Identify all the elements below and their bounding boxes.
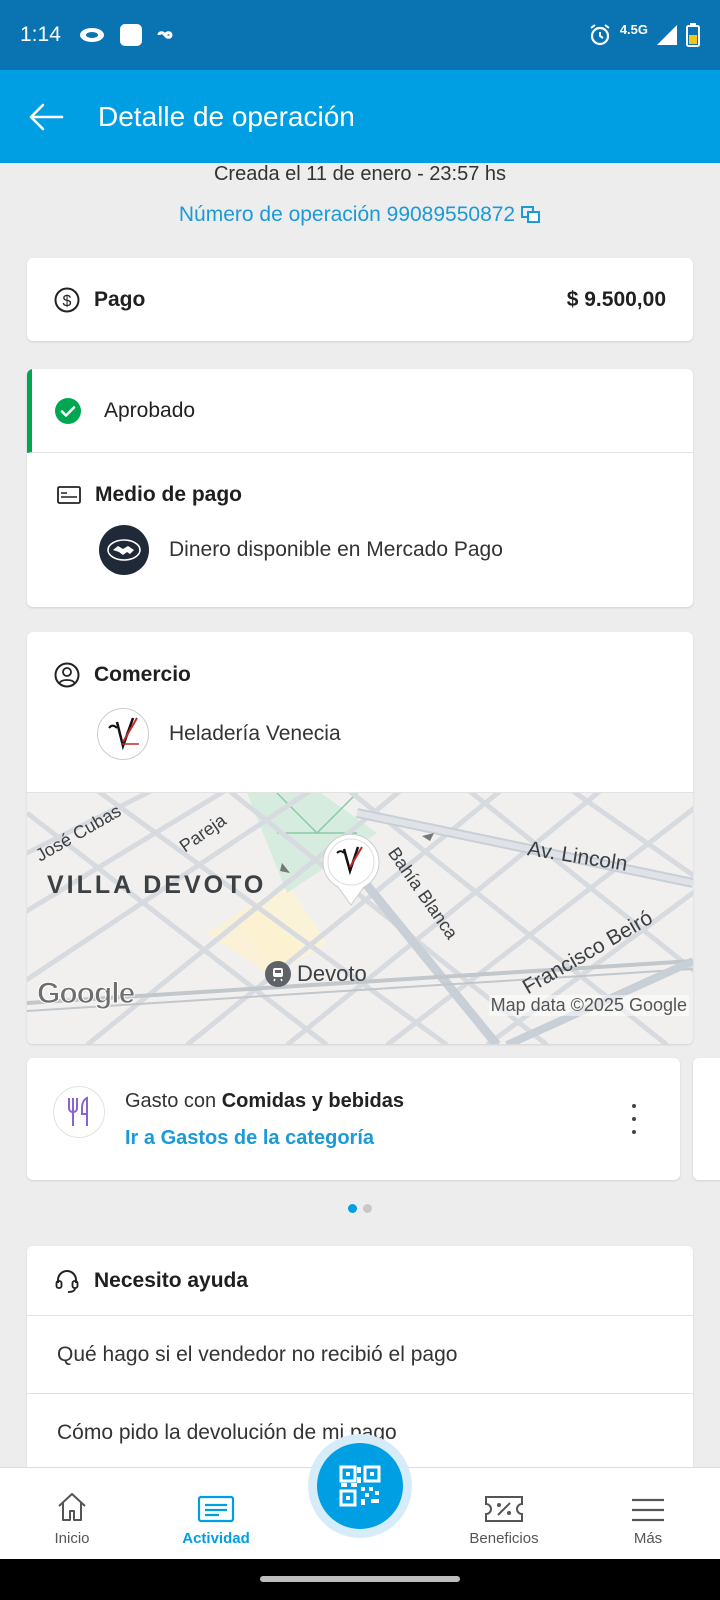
nav-label: Inicio: [54, 1530, 90, 1547]
bottom-navigation: Inicio Actividad Beneficios Más: [0, 1434, 720, 1559]
arrow-left-icon: [29, 103, 64, 130]
more-options-icon[interactable]: [624, 1104, 644, 1134]
status-right-icons: 4.5G: [588, 21, 700, 47]
map-copyright: Map data ©2025 Google: [488, 995, 689, 1016]
card-icon: [57, 486, 81, 504]
carousel-dot-active: [348, 1204, 357, 1213]
help-title: Necesito ayuda: [27, 1246, 693, 1316]
svg-text:$: $: [63, 293, 72, 310]
nav-center: [288, 1434, 432, 1559]
nav-item-actividad[interactable]: Actividad: [144, 1468, 288, 1559]
operation-number[interactable]: Número de operación 99089550872: [0, 203, 720, 227]
nav-label: Beneficios: [469, 1530, 539, 1547]
map-area-label: VILLA DEVOTO: [47, 871, 267, 899]
approved-row: Aprobado: [27, 369, 693, 453]
nav-label: Más: [633, 1530, 663, 1547]
headset-icon: [55, 1269, 79, 1293]
created-date: Creada el 11 de enero - 23:57 hs: [213, 163, 507, 185]
dollar-circle-icon: $: [54, 287, 80, 312]
payment-method-heading: Medio de pago: [95, 483, 242, 506]
status-card: Aprobado Medio de pago Dinero disponible…: [27, 369, 693, 607]
back-button[interactable]: [22, 93, 70, 141]
signal-icon: [657, 25, 677, 45]
nav-item-beneficios[interactable]: Beneficios: [432, 1468, 576, 1559]
help-heading: Necesito ayuda: [94, 1268, 249, 1292]
copy-icon[interactable]: [521, 206, 541, 224]
category-name: Comidas y bebidas: [221, 1090, 404, 1112]
notification-icons: [79, 23, 179, 47]
page-title: Detalle de operación: [98, 100, 355, 132]
merchant-map[interactable]: José Cubas Pareja Bahía Blanca Av. Linco…: [27, 792, 693, 1044]
merchant-row: Heladería Venecia: [27, 688, 693, 760]
map-pin-icon: [322, 833, 380, 906]
carousel-indicator: [0, 1204, 720, 1213]
merchant-heading: Comercio: [94, 663, 191, 686]
venecia-logo-icon: [108, 717, 139, 751]
gesture-handle[interactable]: [260, 1576, 460, 1582]
eye-icon: [79, 28, 104, 42]
category-texts: Gasto con Comidas y bebidas Ir a Gastos …: [125, 1086, 404, 1150]
nav-item-inicio[interactable]: Inicio: [0, 1468, 144, 1559]
merchant-title: Comercio: [27, 632, 693, 688]
category-icon-circle: [53, 1086, 105, 1138]
operation-number-text: Número de operación 99089550872: [178, 203, 516, 226]
category-link[interactable]: Ir a Gastos de la categoría: [125, 1127, 404, 1150]
payment-amount: $ 9.500,00: [566, 287, 666, 311]
category-card[interactable]: Gasto con Comidas y bebidas Ir a Gastos …: [27, 1058, 680, 1180]
app-square-icon: [119, 24, 142, 46]
category-line: Gasto con Comidas y bebidas: [125, 1090, 404, 1113]
handshake-icon: [107, 539, 141, 561]
payment-label: Pago: [94, 287, 146, 311]
payment-method-row: Dinero disponible en Mercado Pago: [27, 507, 693, 575]
battery-icon: [686, 23, 700, 47]
station-name: Devoto: [297, 961, 367, 986]
status-bar: 1:14 4.5G: [0, 0, 720, 70]
activity-receipt-icon: [197, 1495, 235, 1523]
google-logo: Google: [36, 977, 135, 1011]
qr-scan-button[interactable]: [308, 1434, 412, 1538]
mercado-pago-logo: [99, 525, 149, 575]
ticket-percent-icon: [485, 1496, 523, 1522]
fork-knife-icon: [68, 1096, 88, 1126]
user-circle-icon: [54, 662, 80, 688]
merchant-card: Comercio Heladería Venecia José Cubas Pa…: [27, 632, 693, 1044]
carousel-dot: [363, 1204, 372, 1213]
merchant-name: Heladería Venecia: [169, 722, 341, 745]
content: Creada el 11 de enero - 23:57 hs Número …: [0, 163, 720, 1467]
check-circle-icon: [55, 397, 81, 424]
network-type: 4.5G: [619, 21, 648, 37]
qr-code-icon: [339, 1465, 381, 1507]
qr-button-inner: [317, 1443, 403, 1529]
next-card-peek[interactable]: [693, 1058, 720, 1180]
payment-method-value: Dinero disponible en Mercado Pago: [169, 538, 503, 561]
menu-icon: [632, 1498, 664, 1522]
help-item[interactable]: Qué hago si el vendedor no recibió el pa…: [27, 1316, 693, 1394]
alarm-icon: [590, 24, 610, 46]
map-station: Devoto: [265, 961, 367, 987]
payment-method-title: Medio de pago: [27, 453, 693, 507]
app-bar: Detalle de operación: [0, 70, 720, 163]
train-icon: [265, 961, 291, 987]
payment-card: $ Pago $ 9.500,00: [27, 258, 693, 341]
nav-item-mas[interactable]: Más: [576, 1468, 720, 1559]
status-time: 1:14: [20, 23, 61, 46]
system-gesture-bar: [0, 1559, 720, 1600]
nav-label: Actividad: [182, 1530, 250, 1547]
home-icon: [58, 1493, 86, 1521]
status-label: Aprobado: [104, 398, 196, 422]
category-prefix: Gasto con: [125, 1090, 222, 1112]
merchant-logo: [97, 708, 149, 760]
infinity-icon: [157, 31, 173, 39]
